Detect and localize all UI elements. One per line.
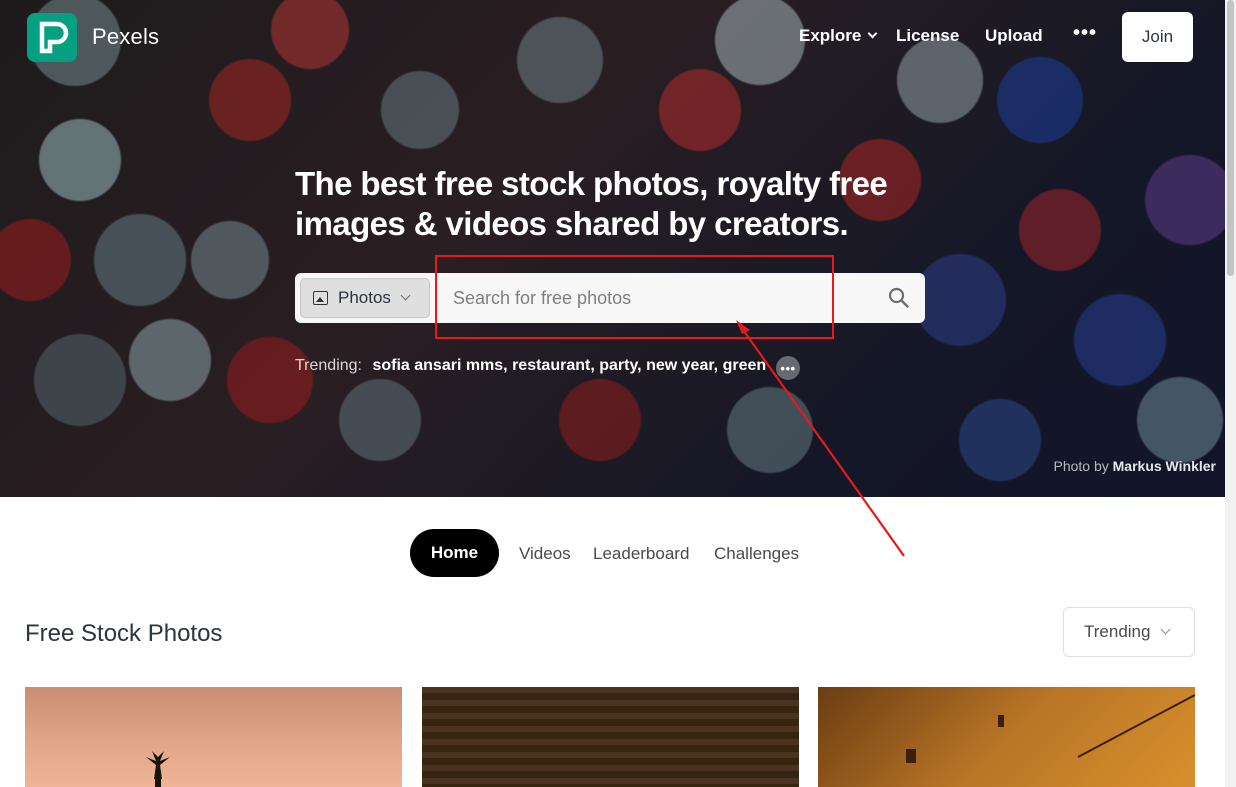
join-button[interactable]: Join	[1122, 12, 1193, 62]
page-scrollbar[interactable]	[1225, 0, 1236, 787]
section-title: Free Stock Photos	[25, 620, 223, 647]
trending-label: Trending:	[295, 357, 362, 374]
trending-searches: Trending: sofia ansari mms, restaurant, …	[295, 357, 766, 375]
tab-leaderboard[interactable]: Leaderboard	[593, 544, 689, 564]
more-options-icon[interactable]: •••	[1073, 22, 1097, 45]
hero-banner	[0, 0, 1225, 497]
media-type-select[interactable]: Photos	[300, 278, 430, 318]
trending-item[interactable]: new year,	[646, 357, 718, 374]
chevron-down-icon	[400, 290, 411, 300]
hero-overlay	[0, 0, 1225, 497]
tab-home[interactable]: Home	[410, 529, 499, 577]
pexels-logo-icon[interactable]	[27, 13, 77, 62]
tab-challenges[interactable]: Challenges	[714, 544, 799, 564]
trending-item[interactable]: green	[723, 357, 767, 374]
trending-item[interactable]: sofia ansari mms,	[372, 357, 507, 374]
sort-select[interactable]: Trending	[1063, 607, 1195, 657]
photo-thumbnail[interactable]	[25, 687, 402, 787]
search-bar: Photos	[295, 273, 925, 323]
brand-name[interactable]: Pexels	[92, 24, 159, 50]
search-icon[interactable]	[888, 287, 910, 309]
credit-author-link[interactable]: Markus Winkler	[1113, 458, 1216, 474]
photo-thumbnail[interactable]	[422, 687, 799, 787]
trending-more-icon[interactable]: •••	[776, 356, 800, 380]
nav-upload[interactable]: Upload	[985, 26, 1043, 46]
sort-label: Trending	[1084, 622, 1151, 641]
credit-prefix: Photo by	[1053, 458, 1109, 474]
image-icon	[313, 291, 328, 305]
photo-credit: Photo by Markus Winkler	[1053, 458, 1216, 474]
search-input[interactable]	[445, 278, 865, 318]
tab-videos[interactable]: Videos	[519, 544, 571, 564]
hero-title: The best free stock photos, royalty free…	[295, 165, 888, 242]
trending-item[interactable]: restaurant,	[512, 357, 595, 374]
media-type-label: Photos	[338, 288, 391, 307]
nav-explore[interactable]: Explore	[799, 26, 878, 46]
nav-license[interactable]: License	[896, 26, 959, 46]
nav-explore-label: Explore	[799, 26, 862, 45]
scrollbar-thumb[interactable]	[1227, 0, 1234, 276]
photo-thumbnail[interactable]	[818, 687, 1195, 787]
chevron-down-icon	[867, 28, 878, 39]
trending-item[interactable]: party,	[599, 357, 641, 374]
chevron-down-icon	[1161, 624, 1171, 634]
